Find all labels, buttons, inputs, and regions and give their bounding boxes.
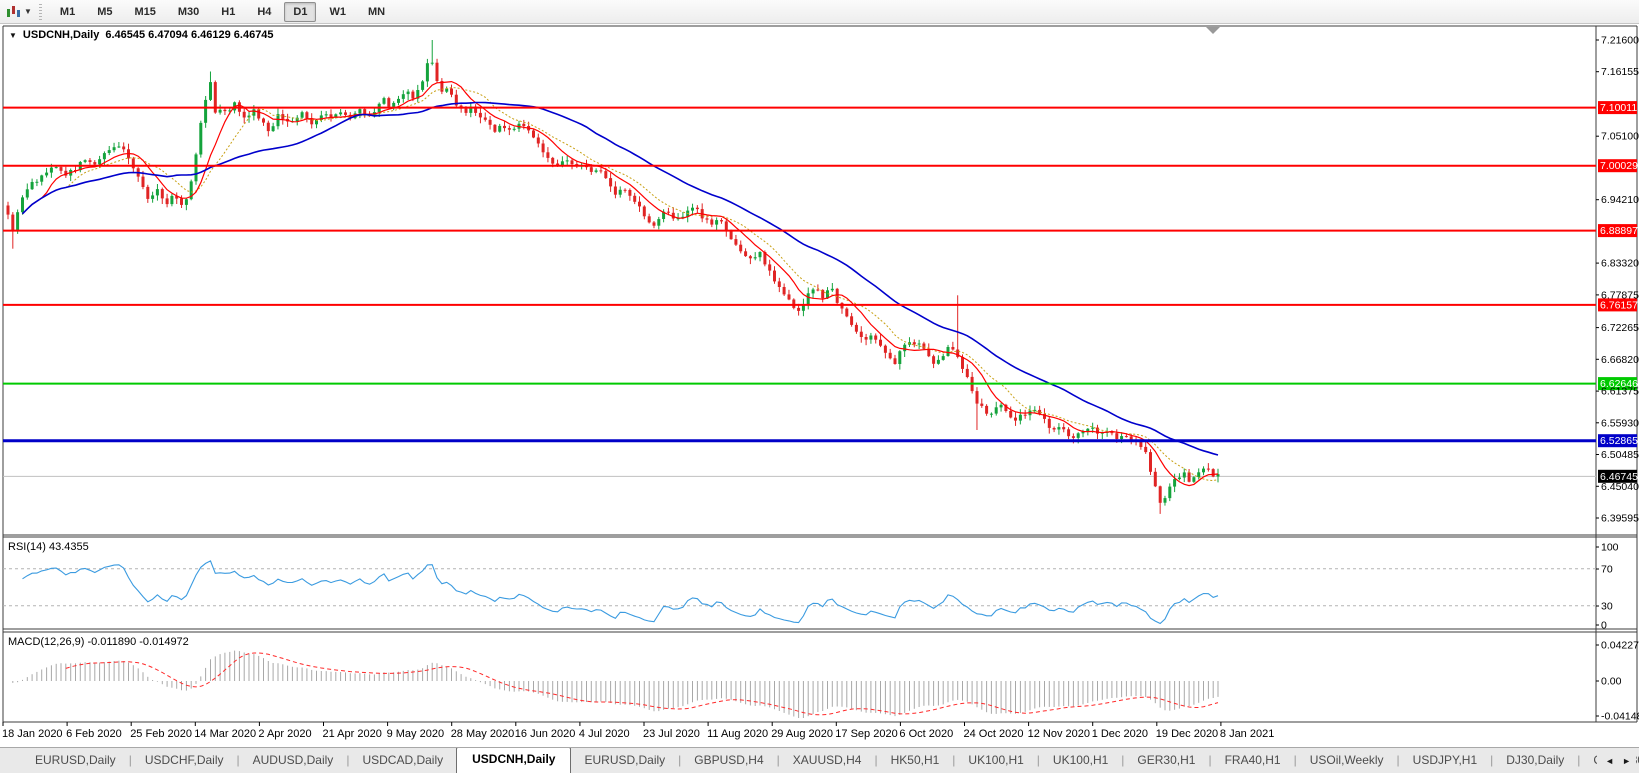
timeframe-button-w1[interactable]: W1 [320,2,355,22]
date-tick-label: 28 May 2020 [451,728,515,740]
timeframe-button-m15[interactable]: M15 [125,2,164,22]
date-tick-label: 11 Aug 2020 [707,728,768,740]
rsi-tick-label: 100 [1601,542,1619,554]
tab-hk50-h1[interactable]: HK50,H1 [878,748,953,773]
timeframe-button-h4[interactable]: H4 [248,2,280,22]
tab-usdchf-daily[interactable]: USDCHF,Daily [132,748,237,773]
tab-usdcad-daily[interactable]: USDCAD,Daily [349,748,456,773]
tab-ger30-h1[interactable]: GER30,H1 [1124,748,1208,773]
symbol-period-label: USDCNH,Daily [23,29,99,41]
date-tick-label: 21 Apr 2020 [323,728,382,740]
price-badge-label: 6.52865 [1600,435,1638,447]
price-tick-label: 6.50485 [1601,449,1639,461]
tab-eurusd-daily[interactable]: EURUSD,Daily [22,748,129,773]
macd-signal-line [66,653,1218,715]
date-tick-label: 8 Jan 2021 [1220,728,1274,740]
macd-label: MACD(12,26,9) -0.011890 -0.014972 [8,636,189,648]
ma-slow-line [23,103,1219,456]
rsi-pane: RSI(14) 43.4355 100 70 30 0 [3,541,1619,632]
date-tick-label: 23 Jul 2020 [643,728,700,740]
horizontal-level-lines[interactable]: 7.100117.000296.888976.761576.626466.528… [3,101,1638,483]
tab-usoil-weekly[interactable]: USOil,Weekly [1297,748,1397,773]
price-badge-label: 6.88897 [1600,225,1638,237]
price-tick-label: 6.61375 [1601,386,1639,398]
ohlc-values: 6.46545 6.47094 6.46129 6.46745 [105,29,273,41]
tab-scroll-right-icon[interactable]: ► [1622,756,1631,766]
macd-tick-label: -0.04148 [1601,711,1639,723]
price-tick-label: 6.77875 [1601,289,1639,301]
date-tick-label: 17 Sep 2020 [835,728,897,740]
macd-tick-label: 0.00 [1601,676,1622,688]
date-tick-label: 6 Feb 2020 [66,728,122,740]
tab-uk100-h1[interactable]: UK100,H1 [955,748,1036,773]
rsi-tick-label: 0 [1601,620,1607,632]
tab-xauusd-h4[interactable]: XAUUSD,H4 [780,748,875,773]
macd-pane: MACD(12,26,9) -0.011890 -0.014972 0.04227… [8,636,1639,723]
chart-shift-marker-icon[interactable] [1206,27,1220,34]
price-tick-label: 7.21600 [1601,35,1639,47]
chart-title: ▼ USDCNH,Daily 6.46545 6.47094 6.46129 6… [9,29,274,41]
date-tick-label: 6 Oct 2020 [899,728,953,740]
timeframe-button-d1[interactable]: D1 [284,2,316,22]
price-badge-label: 7.10011 [1600,102,1637,114]
tab-scroll-left-icon[interactable]: ◄ [1605,756,1614,766]
rsi-tick-label: 70 [1601,564,1613,576]
rsi-label: RSI(14) 43.4355 [8,541,89,553]
timeframe-button-h1[interactable]: H1 [212,2,244,22]
tab-eurusd-daily[interactable]: EURUSD,Daily [571,748,678,773]
tab-usdjpy-h1[interactable]: USDJPY,H1 [1400,748,1490,773]
timeframe-button-m30[interactable]: M30 [169,2,208,22]
chart-tabs: EURUSD,Daily|USDCHF,Daily|AUDUSD,Daily|U… [22,747,1639,773]
price-tick-label: 6.45040 [1601,481,1639,493]
price-tick-label: 6.94210 [1601,194,1639,206]
timeframe-button-mn[interactable]: MN [359,2,394,22]
date-axis: 18 Jan 20206 Feb 2020 25 Feb 202014 Mar 2… [2,722,1274,740]
tab-dj30-daily[interactable]: DJ30,Daily [1493,748,1577,773]
pane-frame [3,26,1637,722]
chevron-down-icon[interactable]: ▼ [24,7,32,16]
price-tick-label: 6.55930 [1601,417,1639,429]
toolbar-grip [39,4,42,20]
date-tick-label: 18 Jan 2020 [2,728,63,740]
timeframe-button-m1[interactable]: M1 [51,2,84,22]
ma-mid-line [27,88,1218,481]
date-tick-label: 29 Aug 2020 [771,728,833,740]
period-toolbar: ▼ M1M5M15M30H1H4D1W1MN [0,0,1639,24]
tab-uk100-h1[interactable]: UK100,H1 [1040,748,1121,773]
collapse-triangle-icon[interactable]: ▼ [9,31,17,40]
date-tick-label: 14 Mar 2020 [194,728,256,740]
tab-scroll-arrows: ◄ ► [1597,754,1636,768]
tab-fra40-h1[interactable]: FRA40,H1 [1212,748,1294,773]
timeframe-button-m5[interactable]: M5 [88,2,121,22]
price-tick-label: 6.66820 [1601,354,1639,366]
price-tick-label: 6.72265 [1601,322,1639,334]
rsi-line [23,561,1219,624]
date-tick-label: 1 Dec 2020 [1092,728,1148,740]
date-tick-label: 16 Jun 2020 [515,728,576,740]
price-tick-label: 6.39595 [1601,513,1639,525]
chart-canvas[interactable]: 7.100117.000296.888976.761576.626466.528… [0,24,1639,747]
date-tick-label: 24 Oct 2020 [964,728,1024,740]
timeframe-buttons: M1M5M15M30H1H4D1W1MN [49,2,396,22]
tab-gbpusd-h4[interactable]: GBPUSD,H4 [681,748,776,773]
candlesticks [7,40,1220,514]
chart-window[interactable]: 7.100117.000296.888976.761576.626466.528… [0,24,1639,747]
price-tick-label: 7.16155 [1601,66,1639,78]
date-tick-label: 12 Nov 2020 [1028,728,1090,740]
macd-tick-label: 0.042275 [1601,640,1639,652]
price-tick-label: 7.05100 [1601,131,1639,143]
date-tick-label: 25 Feb 2020 [130,728,192,740]
date-tick-label: 4 Jul 2020 [579,728,630,740]
tab-audusd-daily[interactable]: AUDUSD,Daily [240,748,347,773]
chart-tab-bar: EURUSD,Daily|USDCHF,Daily|AUDUSD,Daily|U… [0,747,1639,773]
price-badge-label: 7.00029 [1600,160,1638,172]
tab-usdcnh-daily[interactable]: USDCNH,Daily [456,747,571,773]
chart-type-icon[interactable] [5,4,23,20]
date-tick-label: 2 Apr 2020 [258,728,311,740]
date-tick-label: 19 Dec 2020 [1156,728,1218,740]
rsi-tick-label: 30 [1601,601,1613,613]
date-tick-label: 9 May 2020 [387,728,444,740]
price-tick-label: 6.83320 [1601,258,1639,270]
